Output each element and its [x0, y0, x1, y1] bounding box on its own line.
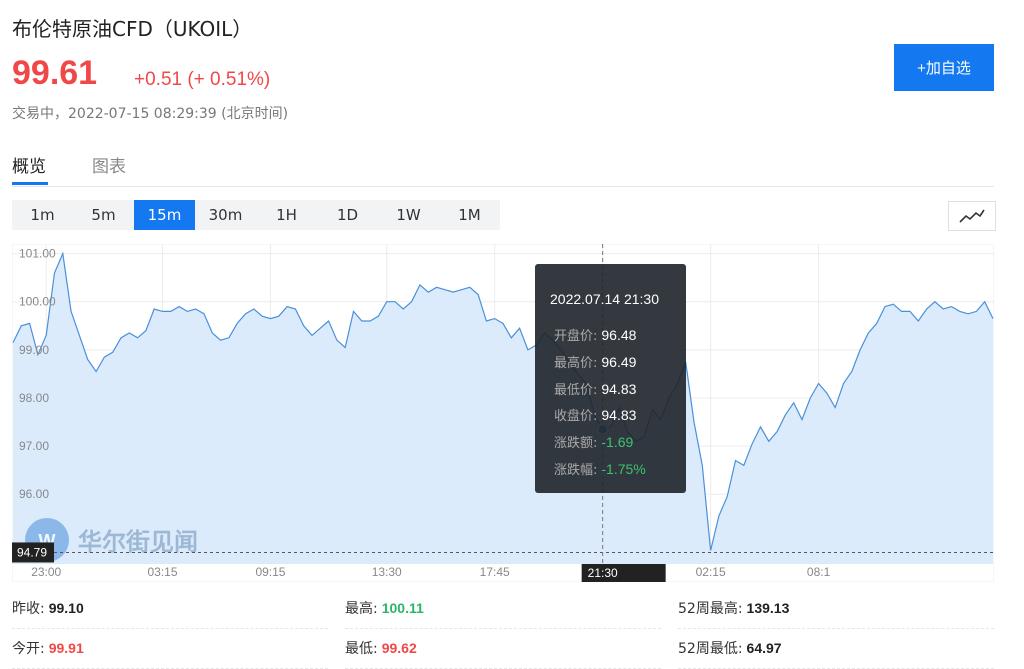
x-tick-label: 09:15	[255, 565, 285, 579]
tab-overview[interactable]: 概览	[12, 152, 46, 177]
y-tick-label: 101.00	[19, 247, 56, 261]
tooltip-label: 涨跌额:	[554, 436, 598, 451]
y-tick-label: 99.00	[19, 343, 49, 357]
period-5m[interactable]: 5m	[73, 200, 134, 230]
x-tick-label: 02:15	[696, 565, 726, 579]
period-1d[interactable]: 1D	[317, 200, 378, 230]
tab-chart[interactable]: 图表	[92, 152, 126, 177]
x-tick-label: 17:45	[480, 565, 510, 579]
x-tick-label: 13:30	[372, 565, 402, 579]
ohlc-tooltip: 2022.07.14 21:30 开盘价: 96.48 最高价: 96.49 最低价…	[535, 264, 686, 493]
tooltip-row-change-pct: 涨跌幅: -1.75%	[554, 459, 646, 478]
tooltip-label: 涨跌幅:	[554, 463, 598, 478]
tab-bar: 概览 图表	[12, 148, 994, 187]
tooltip-value: 96.48	[601, 327, 637, 343]
x-tick-label: 03:15	[147, 565, 177, 579]
stat-52w-low: 52周最低: 64.97	[678, 628, 994, 669]
period-selector: 1m 5m 15m 30m 1H 1D 1W 1M	[12, 200, 500, 230]
period-1month[interactable]: 1M	[439, 200, 500, 230]
tooltip-row-change: 涨跌额: -1.69	[554, 432, 633, 451]
tooltip-label: 最高价:	[554, 356, 598, 371]
y-tick-label: 96.00	[19, 487, 49, 501]
tooltip-row-open: 开盘价: 96.48	[554, 325, 636, 344]
tooltip-label: 最低价:	[554, 383, 598, 398]
stat-52w-high: 52周最高: 139.13	[678, 588, 994, 629]
period-1w[interactable]: 1W	[378, 200, 439, 230]
tooltip-value: 96.49	[601, 354, 637, 370]
tooltip-value: -1.69	[601, 434, 634, 450]
price-chart-svg: 101.00 100.00 99.00 98.00 97.00 96.00 23:00 03…	[11, 243, 995, 583]
instrument-title: 布伦特原油CFD（UKOIL）	[12, 17, 253, 41]
tooltip-value: -1.75%	[601, 461, 646, 477]
period-15m[interactable]: 15m	[134, 200, 195, 230]
price-change: +0.51 (+ 0.51%)	[134, 69, 271, 90]
low-price-tag: 94.79	[12, 542, 54, 563]
tooltip-label: 收盘价:	[554, 409, 598, 424]
watermark-text: 华尔街见闻	[78, 528, 198, 556]
period-30m[interactable]: 30m	[195, 200, 256, 230]
add-to-watchlist-button[interactable]: +加自选	[894, 44, 994, 91]
current-price: 99.61	[12, 54, 98, 92]
period-1m[interactable]: 1m	[12, 200, 73, 230]
stat-prev-close: 昨收: 99.10	[12, 588, 328, 629]
y-tick-label: 97.00	[19, 439, 49, 453]
svg-text:94.79: 94.79	[17, 545, 47, 559]
tooltip-row-high: 最高价: 96.49	[554, 352, 636, 371]
tooltip-row-low: 最低价: 94.83	[554, 379, 636, 398]
chart-type-button[interactable]	[948, 201, 996, 231]
tooltip-label: 开盘价:	[554, 329, 598, 344]
stat-open: 今开: 99.91	[12, 628, 328, 669]
period-1h[interactable]: 1H	[256, 200, 317, 230]
stat-low: 最低: 99.62	[345, 628, 661, 669]
y-tick-label: 100.00	[19, 295, 56, 309]
y-tick-label: 98.00	[19, 391, 49, 405]
tooltip-date: 2022.07.14 21:30	[550, 291, 659, 307]
tooltip-value: 94.83	[601, 407, 637, 423]
x-tick-label: 08:1	[807, 565, 831, 579]
tooltip-row-close: 收盘价: 94.83	[554, 405, 636, 424]
active-tab-indicator	[12, 182, 48, 185]
price-chart[interactable]: 101.00 100.00 99.00 98.00 97.00 96.00 23:00 03…	[11, 243, 995, 583]
trading-status: 交易中，2022-07-15 08:29:39 (北京时间)	[12, 106, 289, 122]
svg-text:21:30: 21:30	[588, 566, 618, 580]
stat-high: 最高: 100.11	[345, 588, 661, 629]
tooltip-value: 94.83	[601, 381, 637, 397]
crosshair-time-tag: 21:30	[581, 564, 666, 582]
line-chart-icon	[959, 209, 985, 223]
x-tick-label: 23:00	[31, 565, 61, 579]
